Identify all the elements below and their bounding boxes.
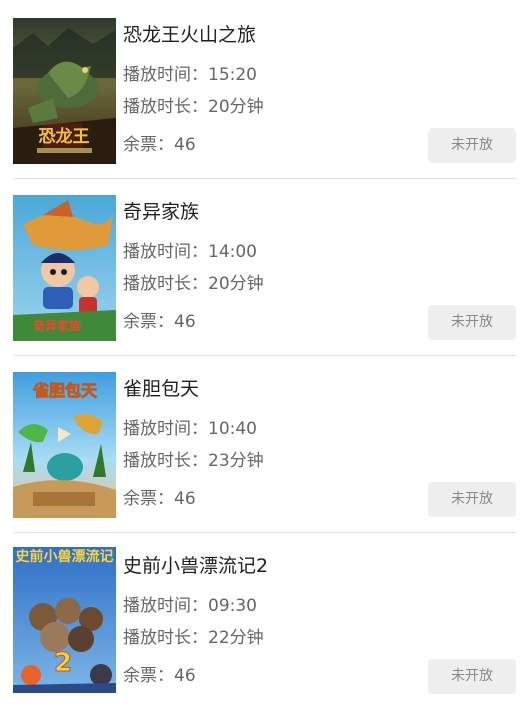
tickets-value: 46 bbox=[174, 489, 196, 509]
tickets-value: 46 bbox=[174, 312, 196, 332]
movie-poster[interactable]: 史前小兽漂流记 2 bbox=[13, 547, 116, 693]
play-duration-label: 播放时长： bbox=[123, 628, 208, 648]
play-time-value: 14:00 bbox=[208, 242, 257, 262]
play-duration: 播放时长：20分钟 bbox=[123, 273, 264, 295]
movie-poster[interactable]: 恐龙王 bbox=[13, 18, 116, 164]
play-duration-label: 播放时长： bbox=[123, 451, 208, 471]
movie-item[interactable]: 恐龙王 恐龙王火山之旅 播放时间：15:20 播放时长：20分钟 余票：46 未… bbox=[0, 0, 530, 179]
tickets-left: 余票：46 bbox=[123, 488, 196, 510]
movie-title: 史前小兽漂流记2 bbox=[123, 555, 269, 577]
play-time: 播放时间：10:40 bbox=[123, 418, 257, 440]
play-time-value: 10:40 bbox=[208, 419, 257, 439]
play-time: 播放时间：15:20 bbox=[123, 64, 257, 86]
tickets-label: 余票： bbox=[123, 666, 174, 686]
movie-title: 雀胆包天 bbox=[123, 378, 200, 400]
play-duration-label: 播放时长： bbox=[123, 97, 208, 117]
play-time-label: 播放时间： bbox=[123, 596, 208, 616]
play-time: 播放时间：09:30 bbox=[123, 595, 257, 617]
play-time-label: 播放时间： bbox=[123, 242, 208, 262]
movie-item[interactable]: 奇异家族 奇异家族 播放时间：14:00 播放时长：20分钟 余票：46 未开放 bbox=[0, 177, 530, 356]
poster-logo-text: 雀胆包天 bbox=[32, 381, 98, 400]
poster-logo-text: 恐龙王 bbox=[39, 126, 90, 147]
play-duration-label: 播放时长： bbox=[123, 274, 208, 294]
tickets-value: 46 bbox=[174, 135, 196, 155]
not-open-button[interactable]: 未开放 bbox=[428, 305, 516, 340]
movie-item[interactable]: 史前小兽漂流记 2 史前小兽漂流记2 播放时间：09:30 播放时长：22分钟 … bbox=[0, 531, 530, 708]
not-open-button[interactable]: 未开放 bbox=[428, 482, 516, 517]
poster-logo-text: 奇异家族 bbox=[33, 318, 82, 333]
tickets-left: 余票：46 bbox=[123, 311, 196, 333]
play-time: 播放时间：14:00 bbox=[123, 241, 257, 263]
play-duration-value: 20分钟 bbox=[208, 274, 264, 294]
movie-poster[interactable]: 雀胆包天 bbox=[13, 372, 116, 518]
play-duration-value: 20分钟 bbox=[208, 97, 264, 117]
movie-title: 恐龙王火山之旅 bbox=[123, 24, 257, 46]
tickets-value: 46 bbox=[174, 666, 196, 686]
poster-logo-text: 史前小兽漂流记 bbox=[15, 549, 114, 565]
tickets-label: 余票： bbox=[123, 312, 174, 332]
movie-title: 奇异家族 bbox=[123, 201, 200, 223]
play-duration-value: 22分钟 bbox=[208, 628, 264, 648]
play-duration: 播放时长：20分钟 bbox=[123, 96, 264, 118]
not-open-button[interactable]: 未开放 bbox=[428, 128, 516, 163]
play-time-label: 播放时间： bbox=[123, 419, 208, 439]
not-open-button[interactable]: 未开放 bbox=[428, 659, 516, 694]
tickets-left: 余票：46 bbox=[123, 134, 196, 156]
movie-item[interactable]: 雀胆包天 雀胆包天 播放时间：10:40 播放时长：23分钟 余票：46 未开放 bbox=[0, 354, 530, 533]
play-time-value: 15:20 bbox=[208, 65, 257, 85]
play-duration-value: 23分钟 bbox=[208, 451, 264, 471]
tickets-label: 余票： bbox=[123, 135, 174, 155]
tickets-left: 余票：46 bbox=[123, 665, 196, 687]
play-duration: 播放时长：22分钟 bbox=[123, 627, 264, 649]
poster-number: 2 bbox=[54, 648, 72, 678]
play-duration: 播放时长：23分钟 bbox=[123, 450, 264, 472]
play-time-label: 播放时间： bbox=[123, 65, 208, 85]
tickets-label: 余票： bbox=[123, 489, 174, 509]
movie-poster[interactable]: 奇异家族 bbox=[13, 195, 116, 341]
play-time-value: 09:30 bbox=[208, 596, 257, 616]
